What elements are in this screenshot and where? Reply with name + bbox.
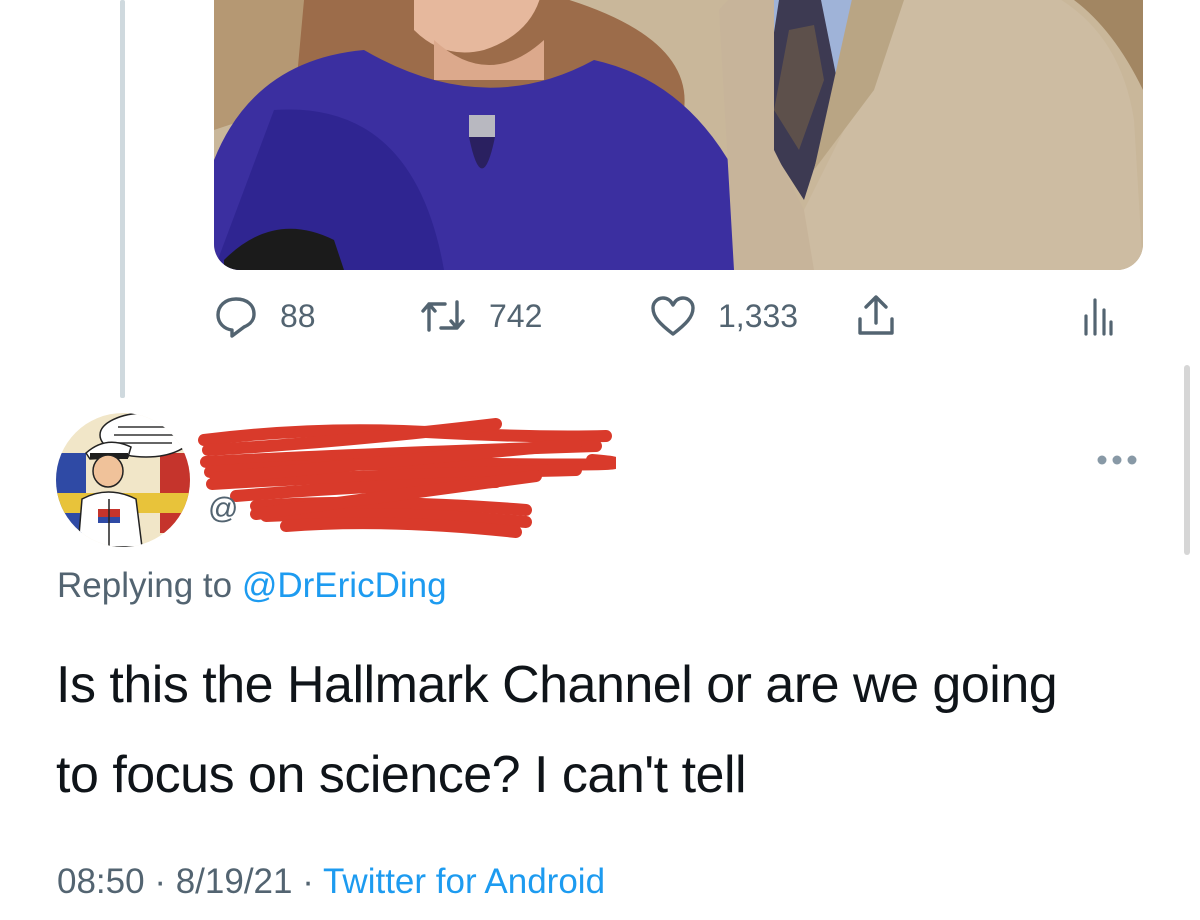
reply-button[interactable]: 88	[214, 290, 316, 342]
replying-to-label: Replying to	[57, 566, 233, 605]
meta-separator: ·	[144, 862, 176, 901]
tweet-text: Is this the Hallmark Channel or are we g…	[56, 656, 1058, 804]
share-icon	[854, 293, 898, 339]
mention-link[interactable]: @DrEricDing	[242, 566, 447, 605]
retweet-icon	[419, 294, 467, 338]
tweet-source-link[interactable]: Twitter for Android	[323, 862, 605, 901]
user-handle[interactable]: @	[208, 492, 238, 526]
retweet-button[interactable]: 742	[419, 290, 542, 342]
tweet-metadata: 08:50 · 8/19/21 · Twitter for Android	[57, 862, 605, 902]
analytics-button[interactable]	[1080, 290, 1116, 342]
redacted-username-scribble	[196, 414, 621, 540]
avatar[interactable]	[56, 413, 190, 547]
more-icon[interactable]	[1092, 450, 1142, 470]
tweet-action-bar: 88 742 1,333	[214, 290, 1143, 342]
analytics-icon	[1080, 294, 1116, 338]
scrollbar[interactable]	[1184, 365, 1190, 555]
share-button[interactable]	[854, 290, 898, 342]
reply-count: 88	[280, 297, 316, 334]
like-icon	[650, 294, 696, 338]
tweet-photo[interactable]	[214, 0, 1143, 270]
tweet-date: 8/19/21	[175, 862, 293, 901]
thread-connector-line	[120, 0, 125, 398]
tweet-time: 08:50	[57, 862, 145, 901]
replying-to-line: Replying to @DrEricDing	[57, 566, 447, 606]
retweet-count: 742	[489, 297, 543, 334]
like-count: 1,333	[718, 297, 799, 334]
reply-icon	[214, 294, 258, 338]
like-button[interactable]: 1,333	[650, 290, 798, 342]
meta-separator: ·	[292, 862, 323, 901]
